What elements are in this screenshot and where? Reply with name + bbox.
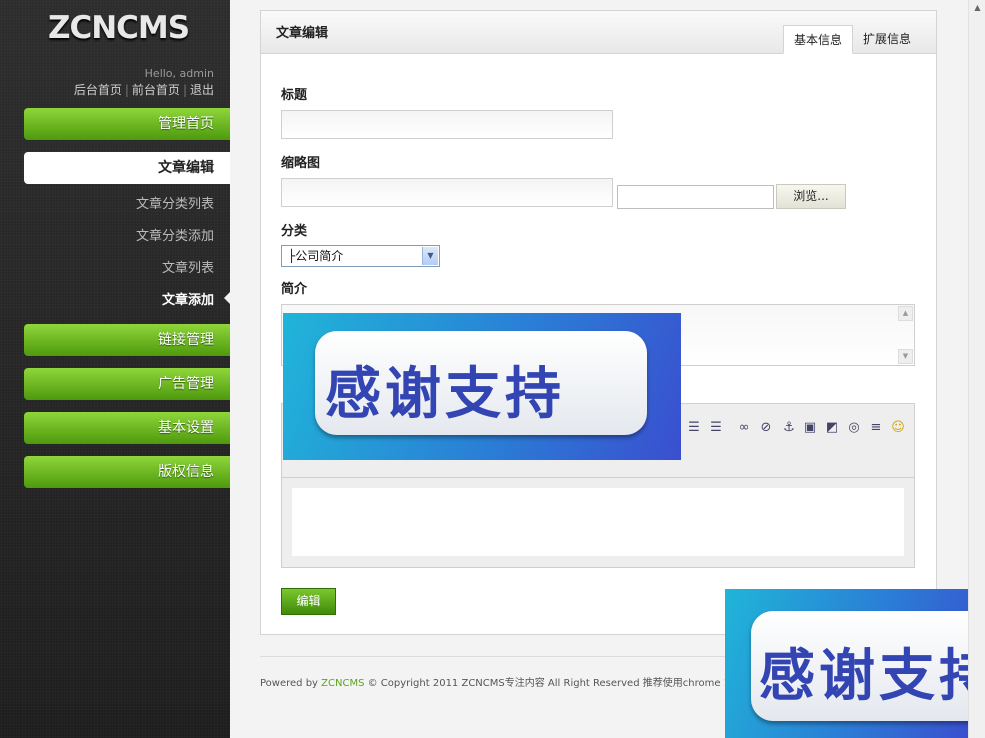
link-icon[interactable]: ∞ (736, 420, 752, 436)
summary-label: 简介 (281, 282, 308, 297)
active-indicator-icon (224, 292, 230, 304)
scroll-down-icon[interactable]: ▼ (898, 349, 913, 364)
nav-copyright[interactable]: 版权信息 (24, 456, 230, 488)
image-icon[interactable]: ▣ (802, 420, 818, 436)
tab-basic-info[interactable]: 基本信息 (783, 25, 854, 54)
thumbnail-label: 缩略图 (281, 156, 321, 171)
sub-article-add[interactable]: 文章添加 (162, 289, 214, 308)
thanks-banner: 感谢支持 (283, 313, 681, 460)
logo: ZCNCMS (48, 10, 190, 46)
title-label: 标题 (281, 88, 308, 103)
media-icon[interactable]: ◎ (846, 420, 862, 436)
panel-header: 文章编辑 基本信息 扩展信息 (261, 11, 936, 54)
editor-content-area[interactable] (292, 488, 904, 556)
outdent-icon[interactable]: ☰ (708, 420, 724, 436)
thanks-banner-partial: 感谢支持 (725, 589, 968, 738)
footer-powered-by: Powered by (260, 678, 318, 689)
nav-links[interactable]: 链接管理 (24, 324, 230, 356)
sub-article-list[interactable]: 文章列表 (162, 257, 214, 276)
unlink-icon[interactable]: ⊘ (758, 420, 774, 436)
title-input[interactable] (281, 110, 613, 139)
sub-category-add[interactable]: 文章分类添加 (136, 225, 214, 244)
flash-icon[interactable]: ◩ (824, 420, 840, 436)
tab-extended-info[interactable]: 扩展信息 (853, 25, 921, 53)
category-select[interactable]: ├公司简介 ▼ (281, 245, 440, 267)
category-label: 分类 (281, 224, 308, 239)
chevron-down-icon[interactable]: ▼ (422, 247, 438, 265)
submit-edit-button[interactable]: 编辑 (281, 588, 336, 615)
category-selected-value: ├公司简介 (288, 249, 344, 263)
scroll-up-icon[interactable]: ▲ (970, 0, 985, 16)
sidebar: ZCNCMS Hello, admin 后台首页 | 前台首页 | 退出 管理首页 文章… (0, 0, 230, 738)
panel-title: 文章编辑 (276, 26, 329, 41)
admin-home-link[interactable]: 后台首页 (74, 83, 122, 97)
smiley-icon[interactable]: ☺ (890, 420, 906, 436)
nav-admin-home[interactable]: 管理首页 (24, 108, 230, 140)
file-path-input[interactable] (617, 185, 774, 209)
site-home-link[interactable]: 前台首页 (132, 83, 180, 97)
scroll-up-icon[interactable]: ▲ (898, 306, 913, 321)
sub-category-list[interactable]: 文章分类列表 (136, 193, 214, 212)
anchor-icon[interactable]: ⚓ (781, 420, 797, 436)
thanks-text: 感谢支持 (325, 362, 565, 427)
page-scrollbar[interactable]: ▲ (968, 0, 985, 738)
browse-button[interactable]: 浏览... (776, 184, 846, 209)
horizontal-rule-icon[interactable]: ≡ (868, 420, 884, 436)
top-links: 后台首页 | 前台首页 | 退出 (73, 83, 214, 97)
footer-brand-link[interactable]: ZCNCMS (321, 678, 364, 689)
footer: Powered by ZCNCMS © Copyright 2011 ZCNCM… (260, 674, 730, 689)
greeting: Hello, admin (144, 67, 214, 80)
indent-icon[interactable]: ☰ (686, 420, 702, 436)
nav-ads[interactable]: 广告管理 (24, 368, 230, 400)
logout-link[interactable]: 退出 (190, 83, 214, 97)
nav-article-edit[interactable]: 文章编辑 (24, 152, 230, 184)
thanks-text-partial: 感谢支持 (759, 644, 968, 709)
thumbnail-input[interactable] (281, 178, 613, 207)
nav-settings[interactable]: 基本设置 (24, 412, 230, 444)
footer-copyright: © Copyright 2011 ZCNCMS专注内容 All Right Re… (367, 678, 731, 689)
